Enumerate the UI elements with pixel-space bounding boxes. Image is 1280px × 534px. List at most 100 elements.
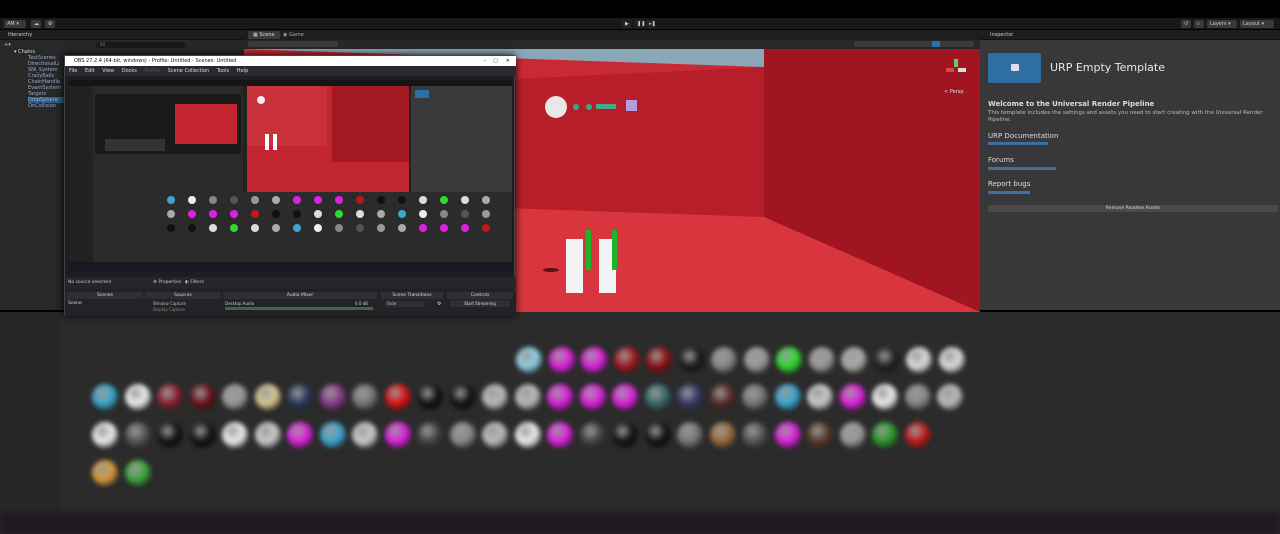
material-sphere[interactable] — [514, 384, 541, 410]
material-sphere[interactable] — [417, 384, 443, 410]
material-sphere[interactable] — [743, 347, 770, 373]
material-sphere[interactable] — [287, 384, 313, 410]
material-sphere[interactable] — [579, 422, 606, 448]
persp-label[interactable]: < Persp — [944, 89, 964, 95]
hierarchy-search-input[interactable]: All — [95, 42, 186, 48]
material-sphere[interactable] — [873, 347, 900, 373]
material-sphere[interactable] — [677, 384, 703, 410]
material-sphere[interactable] — [92, 460, 118, 486]
material-sphere[interactable] — [612, 422, 638, 448]
material-sphere[interactable] — [839, 384, 866, 410]
material-sphere[interactable] — [677, 422, 703, 448]
layout-dropdown[interactable]: Layout ▾ — [1240, 20, 1274, 28]
scene-list-item[interactable]: Scene — [68, 301, 82, 306]
minimize-icon[interactable]: – — [484, 56, 487, 66]
material-sphere[interactable] — [319, 384, 346, 410]
play-button[interactable]: ▶ — [622, 20, 632, 28]
material-sphere[interactable] — [287, 422, 313, 448]
material-sphere[interactable] — [711, 347, 737, 373]
material-sphere[interactable] — [482, 384, 508, 410]
material-sphere[interactable] — [449, 422, 476, 448]
material-sphere[interactable] — [548, 347, 575, 373]
source-list-item[interactable]: Display Capture — [153, 307, 185, 312]
menu-item-help[interactable]: Help — [237, 68, 248, 74]
mixer-volume-slider[interactable] — [225, 307, 373, 310]
menu-item-docks[interactable]: Docks — [122, 68, 137, 74]
material-sphere[interactable] — [189, 384, 216, 410]
material-sphere[interactable] — [124, 384, 151, 410]
menu-item-file[interactable]: File — [69, 68, 77, 74]
menu-item-profile[interactable]: Profile — [144, 68, 160, 74]
transition-select[interactable]: Fade — [385, 301, 425, 307]
source-list-item[interactable]: Window Capture — [153, 301, 186, 306]
material-sphere[interactable] — [157, 422, 183, 448]
material-sphere[interactable] — [579, 384, 606, 410]
material-sphere[interactable] — [352, 422, 378, 448]
history-icon[interactable]: ↺ — [1181, 20, 1191, 28]
material-sphere[interactable] — [516, 347, 542, 373]
material-sphere[interactable] — [709, 384, 736, 410]
material-sphere[interactable] — [189, 422, 216, 448]
material-sphere[interactable] — [807, 384, 833, 410]
scene-gizmo-group[interactable] — [854, 41, 974, 47]
material-sphere[interactable] — [92, 422, 118, 448]
remove-readme-button[interactable]: Remove Readme Assets — [988, 205, 1278, 212]
scene-2d-toggle[interactable] — [932, 41, 940, 47]
material-sphere[interactable] — [839, 422, 866, 448]
material-sphere[interactable] — [222, 422, 248, 448]
material-sphere[interactable] — [872, 422, 898, 448]
close-icon[interactable]: ✕ — [506, 56, 510, 66]
material-sphere[interactable] — [742, 384, 768, 410]
filters-button[interactable]: ◐ Filters — [185, 277, 204, 289]
material-sphere[interactable] — [904, 384, 931, 410]
material-sphere[interactable] — [613, 347, 640, 373]
bugs-link[interactable] — [988, 191, 1030, 194]
material-sphere[interactable] — [774, 384, 801, 410]
properties-button[interactable]: ⚙ Properties — [153, 277, 181, 289]
account-dropdown[interactable]: AM ▾ — [4, 20, 26, 28]
material-sphere[interactable] — [352, 384, 378, 410]
material-sphere[interactable] — [612, 384, 638, 410]
menu-item-view[interactable]: View — [102, 68, 114, 74]
material-sphere[interactable] — [644, 384, 671, 410]
material-sphere[interactable] — [384, 384, 411, 410]
pause-button[interactable]: ❚❚ — [634, 20, 645, 28]
material-sphere[interactable] — [547, 422, 573, 448]
material-sphere[interactable] — [449, 384, 476, 410]
material-sphere[interactable] — [841, 347, 867, 373]
material-sphere[interactable] — [514, 422, 541, 448]
scene-tool-group[interactable] — [248, 41, 338, 47]
layers-dropdown[interactable]: Layers ▾ — [1207, 20, 1237, 28]
material-sphere[interactable] — [384, 422, 411, 448]
step-button[interactable]: ▸❚ — [646, 20, 656, 28]
tab-hierarchy[interactable]: Hierarchy — [0, 30, 244, 40]
material-sphere[interactable] — [482, 422, 508, 448]
material-sphere[interactable] — [938, 347, 965, 373]
material-sphere[interactable] — [417, 422, 443, 448]
add-icon[interactable]: +▾ — [4, 42, 14, 48]
material-sphere[interactable] — [906, 347, 932, 373]
obs-preview[interactable] — [69, 80, 512, 272]
material-sphere[interactable] — [222, 384, 248, 410]
material-sphere[interactable] — [157, 384, 183, 410]
material-sphere[interactable] — [124, 422, 151, 448]
menu-item-scene-collection[interactable]: Scene Collection — [168, 68, 210, 74]
material-sphere[interactable] — [646, 347, 672, 373]
tab-inspector[interactable]: Inspector — [980, 30, 1280, 40]
material-sphere[interactable] — [807, 422, 833, 448]
cloud-icon[interactable]: ☁ — [31, 20, 41, 28]
material-sphere[interactable] — [709, 422, 736, 448]
menu-item-edit[interactable]: Edit — [85, 68, 95, 74]
material-sphere[interactable] — [808, 347, 835, 373]
material-sphere[interactable] — [776, 347, 802, 373]
menu-item-tools[interactable]: Tools — [217, 68, 229, 74]
doc-link[interactable] — [988, 142, 1048, 145]
gear-icon[interactable]: ⚙ — [437, 301, 441, 307]
start-streaming-button[interactable]: Start Streaming — [450, 300, 510, 307]
material-sphere[interactable] — [644, 422, 671, 448]
material-sphere[interactable] — [124, 460, 151, 486]
search-icon[interactable]: ⌕ — [1194, 20, 1204, 28]
scene-gizmo[interactable] — [942, 55, 972, 85]
material-sphere[interactable] — [92, 384, 118, 410]
material-sphere[interactable] — [742, 422, 768, 448]
